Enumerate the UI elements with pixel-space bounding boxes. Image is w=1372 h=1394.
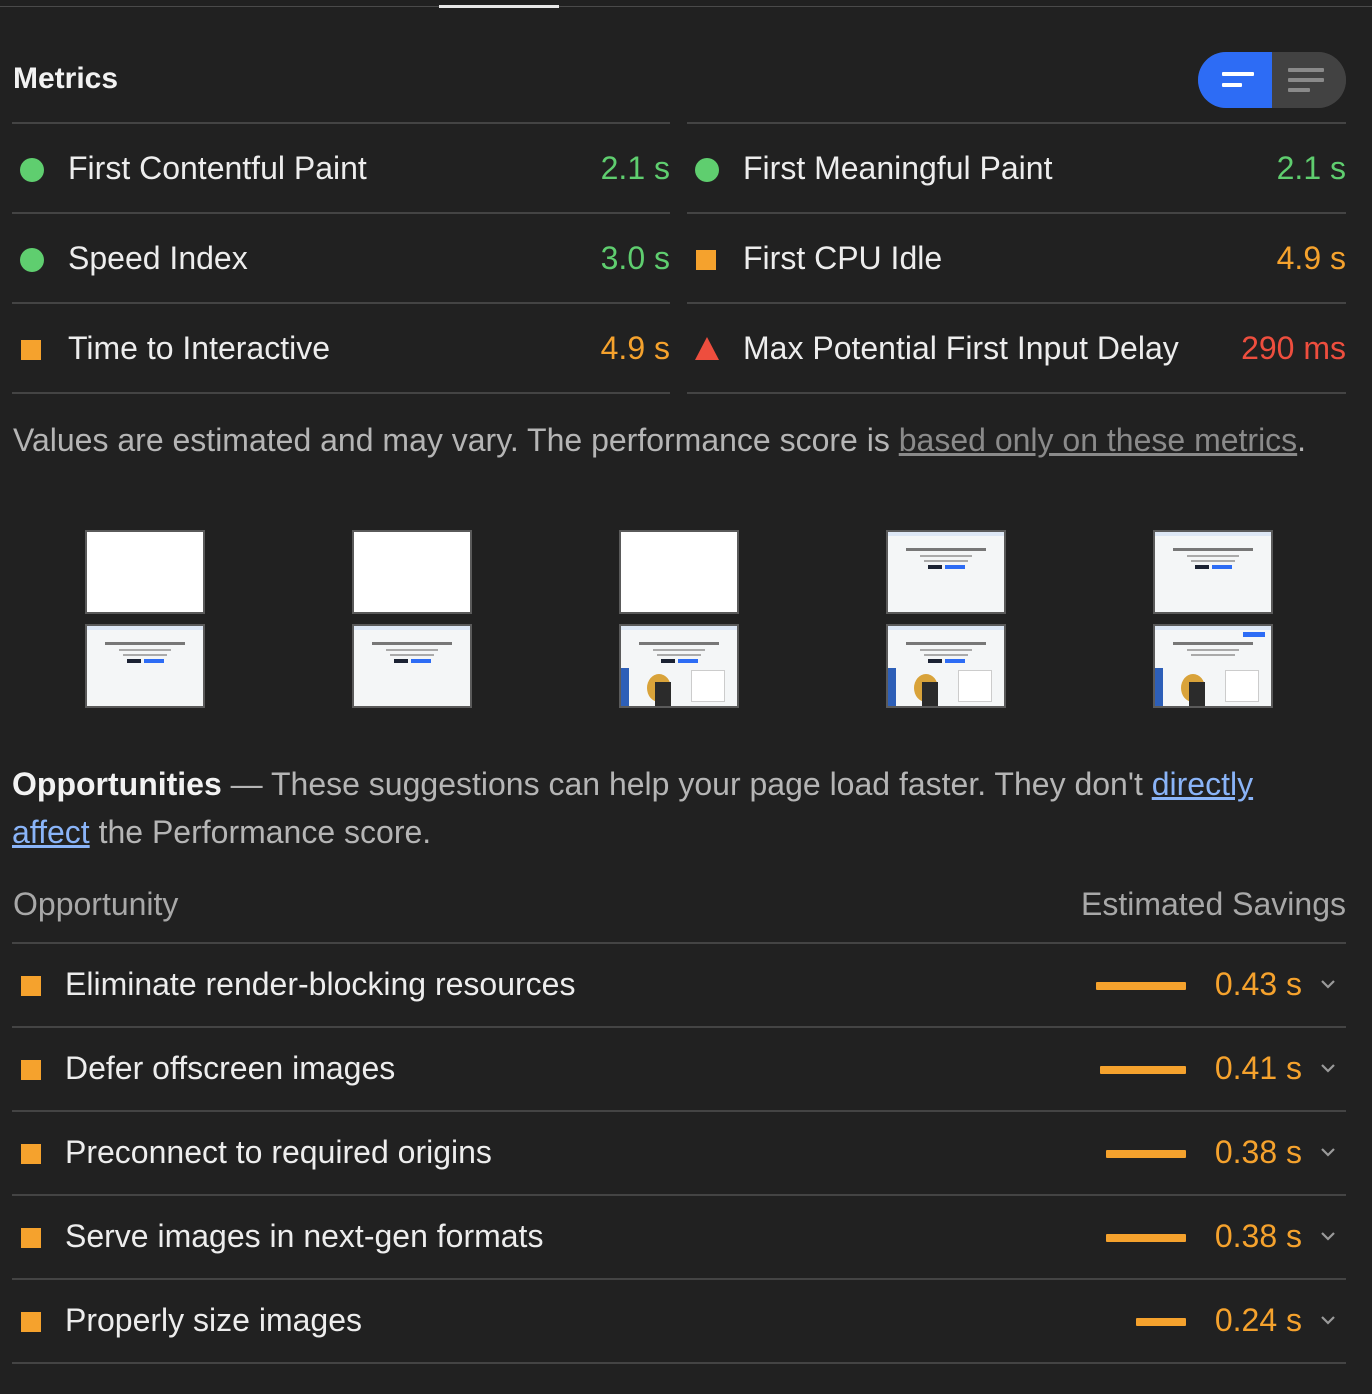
opportunities-heading: Opportunities — These suggestions can he… <box>12 760 1312 856</box>
metric-max-potential-fid: Max Potential First Input Delay 290 ms <box>687 302 1346 394</box>
chevron-down-icon[interactable] <box>1316 1140 1340 1164</box>
metric-value: 2.1 s <box>1276 150 1346 186</box>
orange-square-icon <box>21 976 41 996</box>
metric-value: 2.1 s <box>600 150 670 186</box>
opportunity-row[interactable]: Defer offscreen images 0.41 s <box>12 1026 1346 1110</box>
savings-value: 0.43 s <box>1214 966 1302 1002</box>
opportunity-label: Defer offscreen images <box>65 1050 396 1086</box>
filmstrip-frame <box>352 530 472 614</box>
opportunity-row[interactable]: Eliminate render-blocking resources 0.43… <box>12 942 1346 1026</box>
opportunity-label: Properly size images <box>65 1302 362 1338</box>
metric-label: Max Potential First Input Delay <box>743 330 1179 366</box>
opportunity-column-header: Opportunity <box>13 886 179 922</box>
chevron-down-icon[interactable] <box>1316 1056 1340 1080</box>
disclaimer-end: . <box>1297 422 1307 458</box>
filmstrip-frame <box>886 624 1006 708</box>
filmstrip-frame <box>1153 530 1273 614</box>
opportunity-label: Eliminate render-blocking resources <box>65 966 576 1002</box>
opportunities-dash: — <box>221 766 271 802</box>
green-circle-icon <box>695 158 719 182</box>
metric-first-contentful-paint: First Contentful Paint 2.1 s <box>12 122 670 212</box>
metrics-info-link[interactable]: based only on these metrics <box>899 422 1297 458</box>
red-triangle-icon <box>695 337 719 360</box>
green-circle-icon <box>20 248 44 272</box>
metric-label: First Meaningful Paint <box>743 150 1053 186</box>
green-circle-icon <box>20 158 44 182</box>
metric-value: 290 ms <box>1241 330 1346 366</box>
filmstrip-frame <box>619 624 739 708</box>
metric-value: 4.9 s <box>1276 240 1346 276</box>
orange-square-icon <box>21 340 41 360</box>
savings-value: 0.41 s <box>1214 1050 1302 1086</box>
expanded-view-button[interactable] <box>1198 52 1272 108</box>
active-tab-indicator <box>439 5 559 8</box>
opportunity-label: Preconnect to required origins <box>65 1134 492 1170</box>
metrics-title: Metrics <box>13 62 119 95</box>
orange-square-icon <box>21 1228 41 1248</box>
list-view-button[interactable] <box>1272 52 1346 108</box>
metrics-disclaimer: Values are estimated and may vary. The p… <box>13 422 1306 459</box>
filmstrip-frame <box>85 530 205 614</box>
opportunities-description-end: the Performance score. <box>89 814 432 850</box>
orange-square-icon <box>21 1144 41 1164</box>
opportunities-description: These suggestions can help your page loa… <box>270 766 1152 802</box>
tab-bar-divider <box>0 6 1372 7</box>
metric-value: 3.0 s <box>600 240 670 276</box>
orange-square-icon <box>21 1312 41 1332</box>
orange-square-icon <box>696 250 716 270</box>
chevron-down-icon[interactable] <box>1316 1308 1340 1332</box>
metric-first-meaningful-paint: First Meaningful Paint 2.1 s <box>687 122 1346 212</box>
filmstrip-frame <box>352 624 472 708</box>
filmstrip-frame <box>1153 624 1273 708</box>
opportunity-label: Serve images in next-gen formats <box>65 1218 544 1254</box>
metric-label: Speed Index <box>68 240 248 276</box>
opportunities-title: Opportunities <box>12 766 222 802</box>
metric-time-to-interactive: Time to Interactive 4.9 s <box>12 302 670 394</box>
filmstrip-frame <box>619 530 739 614</box>
metric-label: First CPU Idle <box>743 240 943 276</box>
filmstrip-frame <box>886 530 1006 614</box>
metric-label: First Contentful Paint <box>68 150 367 186</box>
opportunity-row[interactable]: Preconnect to required origins 0.38 s <box>12 1110 1346 1194</box>
savings-bar <box>1106 1234 1186 1242</box>
orange-square-icon <box>21 1060 41 1080</box>
metric-value: 4.9 s <box>600 330 670 366</box>
opportunity-row[interactable]: Serve images in next-gen formats 0.38 s <box>12 1194 1346 1278</box>
savings-bar <box>1106 1150 1186 1158</box>
savings-bar <box>1096 982 1186 990</box>
savings-bar <box>1100 1066 1186 1074</box>
disclaimer-text: Values are estimated and may vary. The p… <box>13 422 899 458</box>
metric-label: Time to Interactive <box>68 330 331 366</box>
metric-speed-index: Speed Index 3.0 s <box>12 212 670 302</box>
chevron-down-icon[interactable] <box>1316 972 1340 996</box>
savings-value: 0.24 s <box>1214 1302 1302 1338</box>
estimated-savings-column-header: Estimated Savings <box>1080 886 1346 922</box>
metrics-view-toggle <box>1198 52 1346 108</box>
savings-bar <box>1136 1318 1186 1326</box>
chevron-down-icon[interactable] <box>1316 1224 1340 1248</box>
filmstrip-frame <box>85 624 205 708</box>
savings-value: 0.38 s <box>1214 1134 1302 1170</box>
savings-value: 0.38 s <box>1214 1218 1302 1254</box>
metric-first-cpu-idle: First CPU Idle 4.9 s <box>687 212 1346 302</box>
opportunity-row[interactable]: Properly size images 0.24 s <box>12 1278 1346 1364</box>
